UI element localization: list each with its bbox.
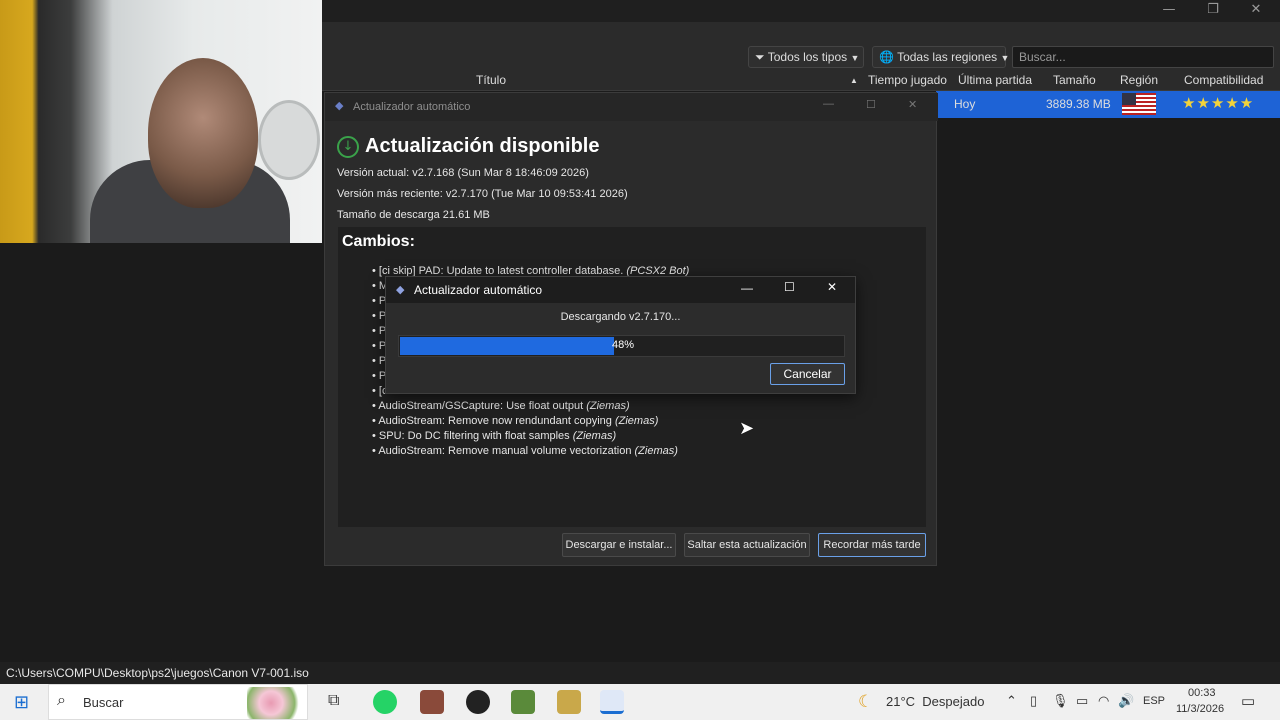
game-list-row-selected[interactable]: Hoy 3889.38 MB ★★★★★ [936, 91, 1280, 118]
change-item: SPU: Do DC filtering with float samples … [372, 430, 689, 445]
tray-mic-icon[interactable]: 🎙 [1052, 693, 1069, 709]
progress-maximize-icon[interactable]: ☐ [784, 280, 795, 294]
pcsx2-taskbar-icon[interactable] [600, 690, 624, 714]
search-input[interactable]: Buscar... [1012, 46, 1274, 68]
change-text: AudioStream: Remove manual volume vector… [378, 445, 632, 457]
taskbar-search-box[interactable]: ⌕ Buscar [48, 684, 308, 720]
row-last-played: Hoy [954, 97, 976, 111]
type-filter-label: Todos los tipos [767, 50, 848, 64]
updater-close-icon[interactable]: ✕ [908, 98, 917, 111]
change-author: (Ziemas) [634, 445, 678, 457]
chevron-down-icon: ▼ [1000, 53, 1010, 63]
search-highlight-image [247, 687, 307, 719]
column-compatibility[interactable]: Compatibilidad [1184, 73, 1263, 87]
tray-time[interactable]: 00:33 [1188, 687, 1216, 699]
change-author: (Ziemas) [586, 400, 630, 412]
progress-dialog: ◆ Actualizador automático — ☐ ✕ Descarga… [385, 276, 856, 394]
cancel-button[interactable]: Cancelar [770, 363, 845, 385]
emulator-app-icon[interactable] [557, 690, 581, 714]
progress-minimize-icon[interactable]: — [741, 281, 753, 295]
progress-title: Actualizador automático [414, 283, 543, 297]
task-view-icon[interactable]: ⧉ [328, 692, 339, 710]
notifications-icon[interactable]: ▭ [1241, 692, 1255, 710]
progress-close-icon[interactable]: ✕ [827, 280, 837, 294]
minimize-icon[interactable]: — [1154, 2, 1184, 17]
region-filter-label: Todas las regiones [897, 50, 998, 64]
fan-image [258, 100, 320, 180]
updater-titlebar: ◆ Actualizador automático — ☐ ✕ [325, 93, 938, 121]
updater-minimize-icon[interactable]: — [823, 98, 834, 110]
progress-bar-fill [400, 337, 614, 355]
region-filter-dropdown[interactable]: 🌐 Todas las regiones ▼ [872, 46, 1010, 68]
taskbar-search-label: Buscar [83, 695, 124, 710]
status-path: C:\Users\COMPU\Desktop\ps2\juegos\Canon … [6, 666, 309, 680]
current-version: Versión actual: v2.7.168 (Sun Mar 8 18:4… [337, 167, 589, 179]
download-size: Tamaño de descarga 21.61 MB [337, 209, 490, 221]
change-author: (Ziemas) [614, 415, 659, 427]
mouse-cursor-icon: ➤ [739, 418, 755, 439]
remind-later-button[interactable]: Recordar más tarde [818, 533, 926, 557]
change-text: AudioStream: Remove now rendundant copyi… [378, 415, 612, 427]
tray-date[interactable]: 11/3/2026 [1176, 703, 1224, 715]
main-titlebar: — ❐ ✕ [322, 0, 1280, 22]
download-check-icon: ↓ [337, 136, 359, 158]
weather-moon-icon: ☾ [858, 692, 874, 711]
column-size[interactable]: Tamaño [1053, 73, 1096, 87]
filter-icon: ⏷ [755, 50, 765, 64]
change-author: (Ziemas) [572, 430, 617, 442]
progress-message: Descargando v2.7.170... [560, 311, 681, 323]
pcsx2-logo-icon: ◆ [335, 100, 344, 112]
tray-battery-icon[interactable]: ▭ [1076, 693, 1088, 709]
whatsapp-icon[interactable] [373, 690, 397, 714]
game-app-icon[interactable] [420, 690, 444, 714]
row-size: 3889.38 MB [1046, 97, 1111, 111]
weather-text[interactable]: 21°C Despejado [886, 694, 984, 709]
change-text: AudioStream/GSCapture: Use float output [378, 400, 584, 412]
change-text: SPU: Do DC filtering with float samples [378, 430, 570, 442]
download-install-button[interactable]: Descargar e instalar... [562, 533, 676, 557]
column-last-played[interactable]: Última partida [958, 73, 1032, 87]
status-bar: C:\Users\COMPU\Desktop\ps2\juegos\Canon … [0, 662, 1280, 684]
us-flag-icon [1122, 93, 1156, 115]
webcam-overlay [0, 0, 322, 243]
column-title[interactable]: Título [476, 73, 506, 87]
browser-icon[interactable] [466, 690, 490, 714]
pcsx2-logo-icon: ◆ [396, 284, 405, 296]
person-head [148, 58, 258, 208]
close-icon[interactable]: ✕ [1241, 2, 1271, 17]
chevron-down-icon: ▼ [850, 53, 860, 63]
skip-update-button[interactable]: Saltar esta actualización [684, 533, 810, 557]
column-region[interactable]: Región [1120, 73, 1158, 87]
tray-wifi-icon[interactable]: ◠ [1098, 693, 1109, 709]
updater-title: Actualizador automático [353, 101, 471, 113]
compatibility-stars: ★★★★★ [1182, 95, 1255, 112]
column-time-played[interactable]: Tiempo jugado [868, 73, 947, 87]
change-item: AudioStream: Remove now rendundant copyi… [372, 415, 689, 430]
change-item: AudioStream/GSCapture: Use float output … [372, 400, 689, 415]
progress-percent: 48% [612, 339, 635, 351]
search-icon: ⌕ [57, 692, 66, 709]
latest-version: Versión más reciente: v2.7.170 (Tue Mar … [337, 188, 628, 200]
game-list-header: Título ▲ Tiempo jugado Última partida Ta… [322, 70, 1280, 91]
tray-volume-icon[interactable]: 🔊 [1118, 693, 1134, 709]
minecraft-icon[interactable] [511, 690, 535, 714]
type-filter-dropdown[interactable]: ⏷ Todos los tipos ▼ [748, 46, 864, 68]
progress-titlebar: ◆ Actualizador automático — ☐ ✕ [386, 277, 855, 303]
windows-start-icon[interactable]: ⊞ [14, 692, 29, 713]
download-progress-bar: 48% [398, 335, 845, 357]
update-heading: Actualización disponible [365, 135, 600, 157]
toolbar: ⏷ Todos los tipos ▼ 🌐 Todas las regiones… [322, 22, 1280, 70]
globe-icon: 🌐 [879, 50, 894, 64]
tray-chevron-up-icon[interactable]: ⌃ [1006, 693, 1017, 709]
updater-maximize-icon[interactable]: ☐ [866, 98, 876, 111]
taskbar: ⊞ ⌕ Buscar ⧉ ☾ 21°C Despejado ⌃ ▯ 🎙 ▭ ◠ … [0, 684, 1280, 720]
tray-language[interactable]: ESP [1143, 695, 1165, 707]
restore-icon[interactable]: ❐ [1198, 2, 1228, 17]
tray-device-icon[interactable]: ▯ [1030, 693, 1037, 709]
changes-title: Cambios: [342, 233, 415, 250]
sort-asc-icon: ▲ [850, 76, 858, 85]
change-item: AudioStream: Remove manual volume vector… [372, 445, 689, 460]
